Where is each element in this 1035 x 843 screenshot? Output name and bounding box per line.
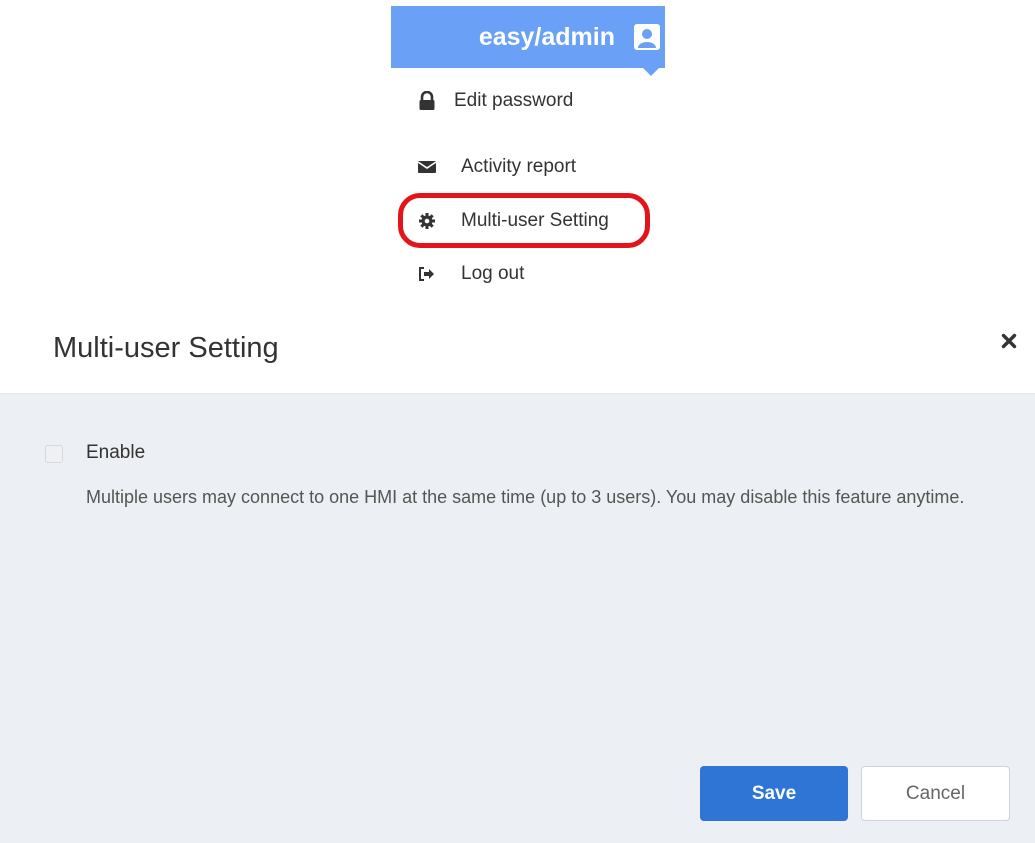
enable-checkbox[interactable] [45, 445, 63, 463]
enable-label: Enable [86, 442, 146, 463]
dialog-body: Enable Multiple users may connect to one… [0, 394, 1035, 843]
gear-icon [417, 211, 437, 231]
enable-description: Multiple users may connect to one HMI at… [86, 487, 965, 507]
dialog-title: Multi-user Setting [53, 332, 279, 364]
menu-item-log-out[interactable]: Log out [417, 263, 524, 285]
user-avatar-icon[interactable] [633, 23, 661, 51]
user-menu-header[interactable]: easy/admin [391, 6, 665, 68]
menu-item-multi-user-setting[interactable]: Multi-user Setting [417, 210, 609, 232]
username: easy/admin [478, 22, 615, 51]
menu-item-label: Edit password [454, 90, 574, 111]
cancel-button[interactable]: Cancel [861, 766, 1010, 821]
menu-item-label: Log out [461, 263, 525, 284]
logout-icon [417, 264, 437, 284]
menu-item-edit-password[interactable]: Edit password [417, 90, 573, 112]
menu-item-activity-report[interactable]: Activity report [417, 156, 576, 178]
menu-caret [643, 68, 659, 76]
lock-icon [417, 91, 437, 111]
save-button[interactable]: Save [700, 766, 848, 821]
menu-item-label: Activity report [461, 156, 577, 177]
dialog-header: Multi-user Setting [0, 310, 1035, 394]
envelope-icon [417, 157, 437, 177]
menu-item-label: Multi-user Setting [461, 210, 609, 231]
close-icon[interactable] [996, 328, 1022, 354]
